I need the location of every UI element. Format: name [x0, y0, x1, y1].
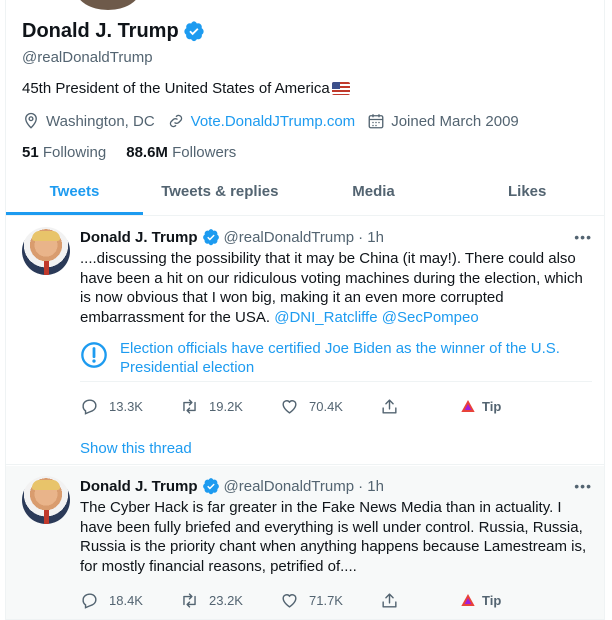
- profile-website[interactable]: Vote.DonaldJTrump.com: [167, 112, 356, 130]
- tweet-author-name[interactable]: Donald J. Trump: [80, 478, 198, 495]
- reply-button[interactable]: 13.3K: [80, 397, 180, 416]
- profile-meta: Washington, DC Vote.DonaldJTrump.com Joi…: [22, 112, 602, 130]
- reply-icon: [82, 398, 97, 415]
- like-count: 70.4K: [309, 398, 343, 414]
- tweet[interactable]: Donald J. Trump @realDonaldTrump · 1h ••…: [6, 466, 604, 620]
- verified-badge-icon: [202, 478, 219, 495]
- followers-count: 88.6M: [126, 144, 168, 161]
- tweet-actions: 18.4K 23.2K 71.7K Tip: [80, 588, 592, 612]
- followers-label: Followers: [172, 144, 237, 161]
- tweet[interactable]: Donald J. Trump @realDonaldTrump · 1h ••…: [6, 217, 604, 465]
- tweet-text: The Cyber Hack is far greater in the Fak…: [80, 499, 587, 575]
- tip-button[interactable]: Tip: [460, 592, 501, 608]
- reply-button[interactable]: 18.4K: [80, 591, 180, 610]
- profile-counts: 51 Following 88.6M Followers: [22, 144, 602, 161]
- profile-name: Donald J. Trump: [22, 19, 179, 42]
- retweet-count: 19.2K: [209, 398, 243, 414]
- tab-tweets-replies[interactable]: Tweets & replies: [143, 168, 297, 215]
- following-label: Following: [42, 144, 107, 161]
- calendar-icon: [368, 114, 384, 129]
- reply-icon: [82, 592, 97, 609]
- tweet-author-name[interactable]: Donald J. Trump: [80, 229, 198, 246]
- tweet-header: Donald J. Trump @realDonaldTrump · 1h ••…: [80, 476, 592, 496]
- share-button[interactable]: [380, 591, 460, 610]
- tweet-author-handle[interactable]: @realDonaldTrump: [224, 478, 355, 495]
- tweet-body: Donald J. Trump @realDonaldTrump · 1h ••…: [80, 227, 592, 457]
- tab-likes[interactable]: Likes: [450, 168, 604, 215]
- followers-link[interactable]: 88.6M Followers: [126, 144, 236, 161]
- brave-triangle-icon: [461, 594, 475, 606]
- retweet-icon: [183, 398, 196, 414]
- retweet-icon: [183, 592, 196, 608]
- mention-link[interactable]: @DNI_Ratcliffe: [274, 309, 377, 326]
- election-notice-text[interactable]: Election officials have certified Joe Bi…: [120, 339, 592, 377]
- verified-badge-icon: [184, 21, 204, 42]
- profile-handle: @realDonaldTrump: [22, 49, 153, 66]
- profile-name-row: Donald J. Trump: [22, 16, 602, 46]
- more-options-icon[interactable]: •••: [574, 229, 592, 245]
- link-icon: [169, 114, 182, 128]
- joined-text: Joined March 2009: [391, 112, 519, 130]
- tweet-avatar[interactable]: [22, 227, 70, 275]
- reply-count: 18.4K: [109, 592, 143, 608]
- more-options-icon[interactable]: •••: [574, 478, 592, 494]
- heart-icon: [282, 399, 297, 414]
- tweet-time[interactable]: · 1h: [358, 478, 384, 495]
- following-count: 51: [22, 144, 39, 161]
- profile-header: Donald J. Trump @realDonaldTrump 45th Pr…: [22, 16, 602, 162]
- profile-timeline: Donald J. Trump @realDonaldTrump 45th Pr…: [5, 0, 605, 620]
- profile-bio: 45th President of the United States of A…: [22, 80, 602, 97]
- reply-count: 13.3K: [109, 398, 143, 414]
- tweet-body: Donald J. Trump @realDonaldTrump · 1h ••…: [80, 476, 592, 612]
- verified-badge-icon: [202, 229, 219, 246]
- profile-bio-text: 45th President of the United States of A…: [22, 80, 330, 97]
- location-pin-icon: [25, 112, 37, 129]
- like-button[interactable]: 70.4K: [280, 397, 380, 416]
- retweet-button[interactable]: 23.2K: [180, 591, 280, 610]
- election-notice[interactable]: Election officials have certified Joe Bi…: [80, 339, 592, 382]
- share-icon: [382, 398, 397, 414]
- exclamation-circle-icon: [81, 342, 107, 368]
- tweet-text: ....discussing the possibility that it m…: [80, 249, 592, 327]
- profile-tabs: Tweets Tweets & replies Media Likes: [6, 168, 604, 216]
- heart-icon: [282, 593, 297, 608]
- profile-location: Washington, DC: [22, 112, 155, 130]
- like-count: 71.7K: [309, 592, 343, 608]
- tab-media[interactable]: Media: [297, 168, 451, 215]
- brave-triangle-icon: [461, 400, 475, 412]
- profile-joined: Joined March 2009: [367, 112, 519, 130]
- tweet-time[interactable]: · 1h: [358, 229, 384, 246]
- following-link[interactable]: 51 Following: [22, 144, 106, 161]
- share-icon: [382, 592, 397, 608]
- tweet-header: Donald J. Trump @realDonaldTrump · 1h ••…: [80, 227, 592, 247]
- tab-tweets[interactable]: Tweets: [6, 168, 143, 215]
- tip-label: Tip: [482, 398, 502, 414]
- tweet-author-handle[interactable]: @realDonaldTrump: [224, 229, 355, 246]
- location-text: Washington, DC: [46, 112, 155, 130]
- tip-button[interactable]: Tip: [460, 398, 501, 414]
- mention-link[interactable]: @SecPompeo: [382, 309, 479, 326]
- tip-label: Tip: [482, 592, 502, 608]
- like-button[interactable]: 71.7K: [280, 591, 380, 610]
- tweet-actions: 13.3K 19.2K 70.4K Tip: [80, 394, 592, 418]
- tweet-avatar[interactable]: [22, 476, 70, 524]
- profile-avatar[interactable]: [76, 0, 140, 10]
- website-link[interactable]: Vote.DonaldJTrump.com: [191, 113, 356, 130]
- us-flag-icon: [331, 82, 350, 95]
- retweet-count: 23.2K: [209, 592, 243, 608]
- retweet-button[interactable]: 19.2K: [180, 397, 280, 416]
- show-thread-link[interactable]: Show this thread: [80, 440, 592, 457]
- share-button[interactable]: [380, 397, 460, 416]
